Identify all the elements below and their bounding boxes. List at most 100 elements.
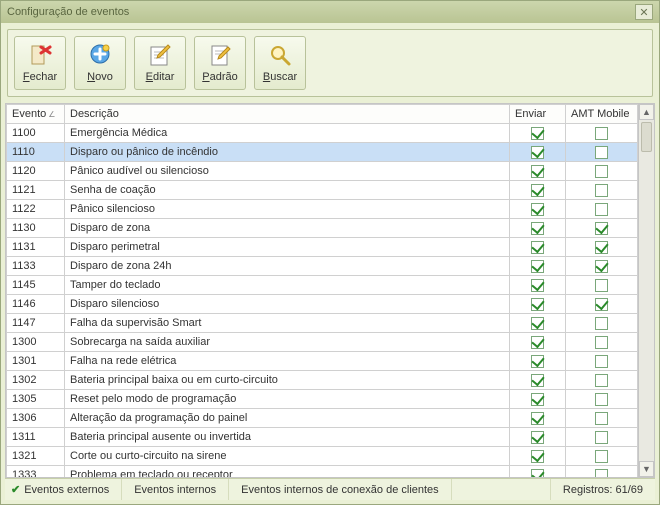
amt-checkbox[interactable]	[595, 298, 608, 311]
amt-checkbox[interactable]	[595, 450, 608, 463]
table-row[interactable]: 1300Sobrecarga na saída auxiliar	[7, 333, 638, 352]
cell-desc: Pânico audível ou silencioso	[65, 162, 510, 181]
cell-event: 1130	[7, 219, 65, 238]
send-checkbox[interactable]	[531, 450, 544, 463]
amt-checkbox[interactable]	[595, 146, 608, 159]
window-title: Configuração de eventos	[7, 6, 635, 18]
table-row[interactable]: 1122Pânico silencioso	[7, 200, 638, 219]
scroll-up-button[interactable]: ▲	[639, 104, 654, 120]
table-row[interactable]: 1133Disparo de zona 24h	[7, 257, 638, 276]
send-checkbox[interactable]	[531, 165, 544, 178]
col-event[interactable]: Evento∠	[7, 105, 65, 124]
amt-checkbox[interactable]	[595, 374, 608, 387]
cell-event: 1321	[7, 447, 65, 466]
table-row[interactable]: 1301Falha na rede elétrica	[7, 352, 638, 371]
table-row[interactable]: 1130Disparo de zona	[7, 219, 638, 238]
amt-checkbox[interactable]	[595, 241, 608, 254]
cell-desc: Disparo silencioso	[65, 295, 510, 314]
cell-desc: Corte ou curto-circuito na sirene	[65, 447, 510, 466]
col-send[interactable]: Enviar	[510, 105, 566, 124]
amt-checkbox[interactable]	[595, 469, 608, 478]
send-checkbox[interactable]	[531, 355, 544, 368]
send-checkbox[interactable]	[531, 146, 544, 159]
new-label: ovo	[95, 71, 113, 83]
cell-amt	[566, 371, 638, 390]
amt-checkbox[interactable]	[595, 317, 608, 330]
cell-event: 1147	[7, 314, 65, 333]
edit-label: ditar	[153, 71, 174, 83]
amt-checkbox[interactable]	[595, 336, 608, 349]
cell-event: 1306	[7, 409, 65, 428]
table-row[interactable]: 1146Disparo silencioso	[7, 295, 638, 314]
search-button[interactable]: Buscar	[254, 36, 306, 90]
send-checkbox[interactable]	[531, 279, 544, 292]
table-row[interactable]: 1311Bateria principal ausente ou inverti…	[7, 428, 638, 447]
cell-amt	[566, 143, 638, 162]
table-row[interactable]: 1145Tamper do teclado	[7, 276, 638, 295]
table-row[interactable]: 1305Reset pelo modo de programação	[7, 390, 638, 409]
window-close-button[interactable]: ✕	[635, 4, 653, 20]
col-desc[interactable]: Descrição	[65, 105, 510, 124]
amt-checkbox[interactable]	[595, 165, 608, 178]
amt-checkbox[interactable]	[595, 184, 608, 197]
new-button[interactable]: Novo	[74, 36, 126, 90]
table-row[interactable]: 1121Senha de coação	[7, 181, 638, 200]
send-checkbox[interactable]	[531, 222, 544, 235]
cell-desc: Tamper do teclado	[65, 276, 510, 295]
cell-desc: Reset pelo modo de programação	[65, 390, 510, 409]
send-checkbox[interactable]	[531, 336, 544, 349]
table-row[interactable]: 1302Bateria principal baixa ou em curto-…	[7, 371, 638, 390]
send-checkbox[interactable]	[531, 184, 544, 197]
send-checkbox[interactable]	[531, 412, 544, 425]
table-row[interactable]: 1100Emergência Médica	[7, 124, 638, 143]
scroll-down-button[interactable]: ▼	[639, 461, 654, 477]
send-checkbox[interactable]	[531, 241, 544, 254]
sort-indicator-icon: ∠	[48, 110, 55, 119]
send-checkbox[interactable]	[531, 469, 544, 478]
send-checkbox[interactable]	[531, 317, 544, 330]
send-checkbox[interactable]	[531, 431, 544, 444]
table-row[interactable]: 1333Problema em teclado ou receptor	[7, 466, 638, 478]
status-records: Registros: 61/69	[551, 479, 655, 500]
send-checkbox[interactable]	[531, 393, 544, 406]
cell-desc: Disparo ou pânico de incêndio	[65, 143, 510, 162]
amt-checkbox[interactable]	[595, 393, 608, 406]
status-external-events[interactable]: ✔ Eventos externos	[5, 479, 122, 500]
amt-checkbox[interactable]	[595, 127, 608, 140]
send-checkbox[interactable]	[531, 203, 544, 216]
default-accel: P	[202, 71, 209, 83]
close-button[interactable]: Fechar	[14, 36, 66, 90]
table-row[interactable]: 1147Falha da supervisão Smart	[7, 314, 638, 333]
table-row[interactable]: 1321Corte ou curto-circuito na sirene	[7, 447, 638, 466]
status-internal-events[interactable]: Eventos internos	[122, 479, 229, 500]
cell-send	[510, 428, 566, 447]
new-plus-icon	[88, 43, 112, 67]
send-checkbox[interactable]	[531, 298, 544, 311]
amt-checkbox[interactable]	[595, 412, 608, 425]
col-amt[interactable]: AMT Mobile	[566, 105, 638, 124]
scroll-thumb[interactable]	[641, 122, 652, 152]
cell-desc: Pânico silencioso	[65, 200, 510, 219]
cell-event: 1110	[7, 143, 65, 162]
amt-checkbox[interactable]	[595, 222, 608, 235]
table-row[interactable]: 1120Pânico audível ou silencioso	[7, 162, 638, 181]
send-checkbox[interactable]	[531, 127, 544, 140]
amt-checkbox[interactable]	[595, 355, 608, 368]
amt-checkbox[interactable]	[595, 260, 608, 273]
table-row[interactable]: 1131Disparo perimetral	[7, 238, 638, 257]
statusbar: ✔ Eventos externos Eventos internos Even…	[5, 478, 655, 500]
cell-amt	[566, 257, 638, 276]
send-checkbox[interactable]	[531, 260, 544, 273]
default-button[interactable]: Padrão	[194, 36, 246, 90]
amt-checkbox[interactable]	[595, 279, 608, 292]
vertical-scrollbar[interactable]: ▲ ▼	[638, 104, 654, 477]
table-row[interactable]: 1306Alteração da programação do painel	[7, 409, 638, 428]
send-checkbox[interactable]	[531, 374, 544, 387]
cell-desc: Falha da supervisão Smart	[65, 314, 510, 333]
table-row[interactable]: 1110Disparo ou pânico de incêndio	[7, 143, 638, 162]
status-internal-conn-events[interactable]: Eventos internos de conexão de clientes	[229, 479, 452, 500]
cell-send	[510, 257, 566, 276]
amt-checkbox[interactable]	[595, 431, 608, 444]
edit-button[interactable]: Editar	[134, 36, 186, 90]
amt-checkbox[interactable]	[595, 203, 608, 216]
